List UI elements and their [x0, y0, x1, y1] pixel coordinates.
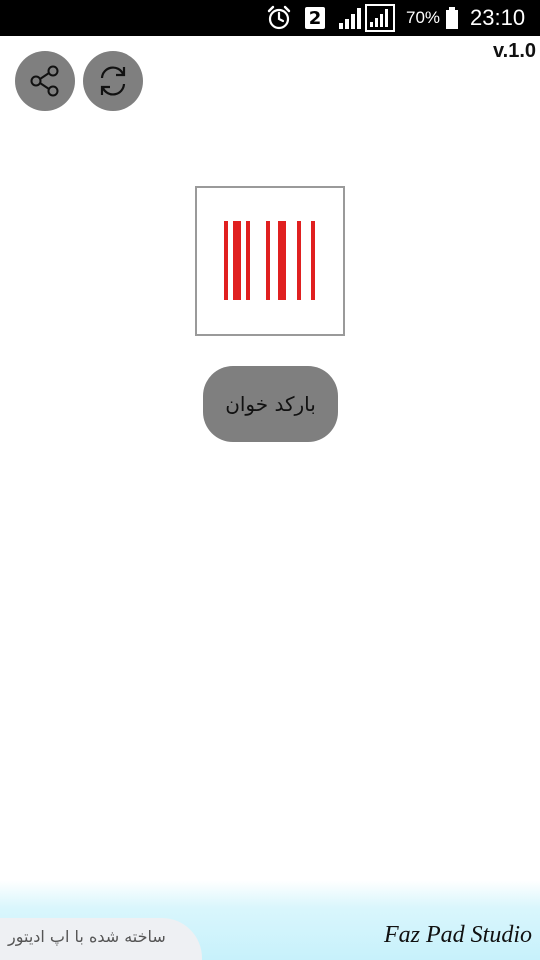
- signal-bars-icon: [338, 0, 364, 36]
- status-bar: 2 70% 23:10: [0, 0, 540, 36]
- battery-icon: [445, 0, 459, 36]
- version-label: v.1.0: [493, 40, 536, 62]
- studio-name: Faz Pad Studio: [384, 922, 532, 948]
- barcode-image: [195, 186, 345, 336]
- sim-2-icon: 2: [305, 0, 325, 36]
- barcode-icon: [224, 221, 315, 300]
- battery-percent: 70%: [406, 8, 441, 27]
- share-icon: [30, 65, 59, 97]
- share-button[interactable]: [15, 51, 75, 111]
- refresh-icon: [100, 66, 126, 96]
- clock-time: 23:10: [470, 5, 526, 30]
- signal-bars-boxed-icon: [365, 0, 395, 36]
- sim-number: 2: [305, 7, 325, 29]
- barcode-scan-button[interactable]: بارکد خوان: [203, 366, 338, 442]
- footer-made-with-text: ساخته شده با اپ ادیتور: [8, 927, 166, 946]
- app-screen: 2 70% 23:10 v.1.0 بارکد خوان ساخته شده ب…: [0, 0, 540, 960]
- alarm-clock-icon: [266, 0, 292, 36]
- refresh-button[interactable]: [83, 51, 143, 111]
